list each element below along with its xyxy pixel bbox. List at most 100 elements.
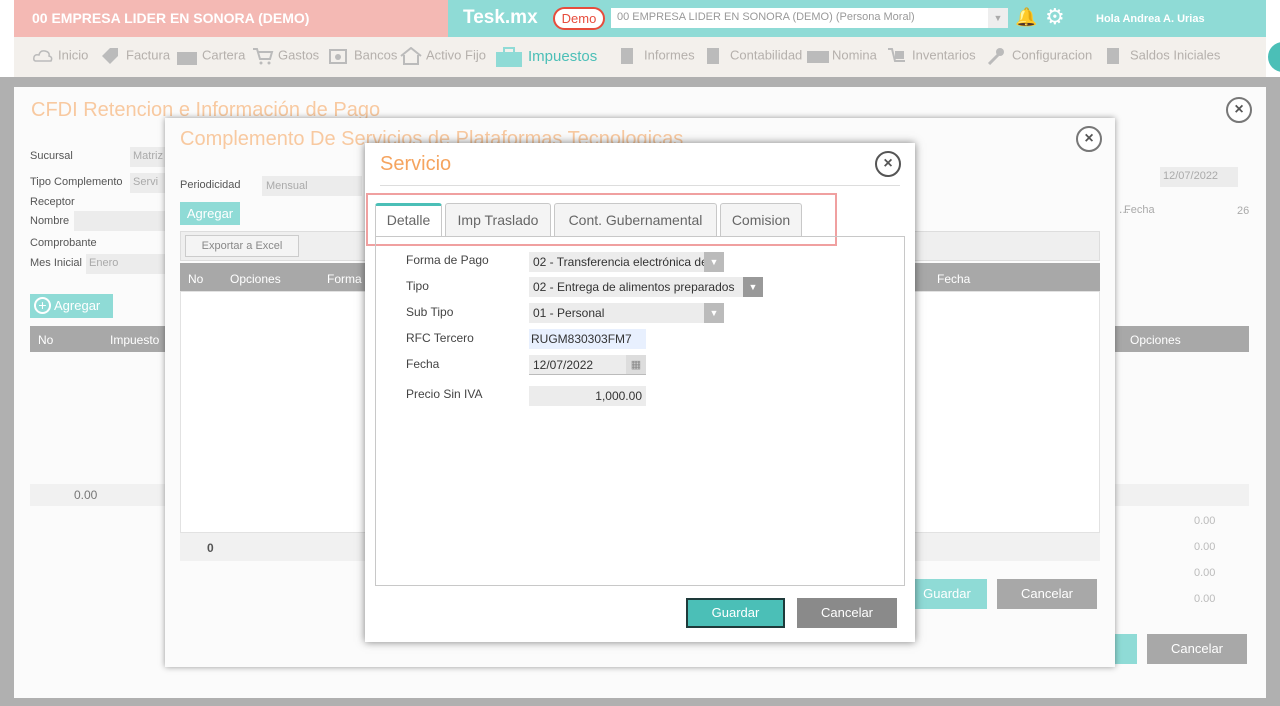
save-button[interactable]: Guardar: [686, 598, 785, 628]
chevron-down-icon: ▼: [704, 303, 724, 323]
nav-item-saldos-iniciales[interactable]: Saldos Iniciales: [1104, 47, 1220, 65]
nav-label: Saldos Iniciales: [1130, 47, 1221, 63]
divider: [380, 185, 900, 186]
label-sub-tipo: Sub Tipo: [406, 305, 454, 319]
save-button-partial[interactable]: [1114, 634, 1137, 664]
total-1: 0.00: [1194, 515, 1216, 527]
fecha-input[interactable]: 12/07/2022 ▦: [529, 355, 646, 375]
tab-detalle[interactable]: Detalle: [375, 203, 442, 237]
main-nav: Inicio Factura Cartera Gastos Bancos Act…: [14, 37, 1266, 77]
forma-pago-select[interactable]: 02 - Transferencia electrónica de ▼: [529, 252, 724, 272]
label-sucursal: Sucursal: [30, 150, 73, 162]
label-periodicidad: Periodicidad: [180, 179, 241, 191]
label-mes-inicial: Mes Inicial: [30, 257, 82, 269]
footer-count: 0: [207, 541, 214, 555]
fecha-field[interactable]: 12/07/2022: [1160, 167, 1238, 187]
tab-comision[interactable]: Comision: [720, 203, 802, 237]
nav-label: Activo Fijo: [426, 47, 486, 63]
sucursal-select[interactable]: Matriz: [130, 147, 170, 167]
label-rfc-tercero: RFC Tercero: [406, 331, 474, 345]
precio-sin-iva-input[interactable]: 1,000.00: [529, 386, 646, 406]
sub-tipo-select[interactable]: 01 - Personal ▼: [529, 303, 724, 323]
brand-logo: Tesk.mx: [463, 7, 538, 28]
nav-item-contabilidad[interactable]: Contabilidad: [704, 47, 802, 65]
nav-item-cartera[interactable]: Cartera: [176, 47, 245, 65]
wallet-icon: [176, 47, 198, 65]
servicio-dialog: Servicio × Detalle Imp Traslado Cont. Gu…: [365, 143, 915, 642]
house-icon: [400, 46, 422, 65]
nav-item-configuracion[interactable]: Configuracion: [986, 47, 1093, 66]
nav-label: Inventarios: [912, 47, 976, 63]
company-select-value: 00 EMPRESA LIDER EN SONORA (DEMO) (Perso…: [617, 11, 915, 23]
nav-item-bancos[interactable]: Bancos: [328, 47, 397, 65]
col-opciones: Opciones: [230, 272, 281, 286]
nav-item-activo-fijo[interactable]: Activo Fijo: [400, 46, 486, 65]
header-bar: Tesk.mx Demo 00 EMPRESA LIDER EN SONORA …: [448, 0, 1266, 37]
rfc-tercero-input[interactable]: RUGM830303FM7: [529, 329, 646, 349]
save-button[interactable]: Guardar: [907, 579, 987, 609]
footer-total: 0.00: [74, 488, 98, 502]
bank-icon: [328, 47, 350, 65]
bell-icon[interactable]: 🔔: [1015, 7, 1037, 28]
nav-item-factura[interactable]: Factura: [100, 47, 170, 65]
cancel-button[interactable]: Cancelar: [997, 579, 1097, 609]
cancel-button[interactable]: Cancelar: [1147, 634, 1247, 664]
user-greeting[interactable]: Hola Andrea A. Urias: [1096, 13, 1205, 25]
total-2: 0.00: [1194, 541, 1216, 553]
right-select[interactable]: ...: [1119, 202, 1209, 220]
nombre-field[interactable]: [74, 211, 170, 231]
label-fecha: Fecha: [406, 357, 440, 371]
nav-label: Configuracion: [1012, 47, 1093, 63]
tipo-value: 02 - Entrega de alimentos preparados: [533, 280, 735, 294]
tab-cont-gubernamental[interactable]: Cont. Gubernamental: [554, 203, 717, 237]
fecha-value: 12/07/2022: [533, 358, 594, 372]
calendar-icon[interactable]: ▦: [626, 355, 646, 374]
chevron-down-icon: ▼: [743, 277, 763, 297]
card-icon: [806, 47, 829, 65]
col-forma: Forma: [327, 272, 362, 286]
nav-item-inicio[interactable]: Inicio: [32, 47, 88, 65]
briefcase-icon: [494, 46, 524, 68]
nav-label: Factura: [126, 47, 171, 63]
label-forma-pago: Forma de Pago: [406, 253, 489, 267]
label-comprobante: Comprobante: [30, 237, 97, 249]
nav-item-nomina[interactable]: Nomina: [806, 47, 877, 65]
periodicidad-select[interactable]: Mensual: [262, 176, 362, 196]
company-select[interactable]: 00 EMPRESA LIDER EN SONORA (DEMO) (Perso…: [611, 8, 1008, 28]
cancel-button[interactable]: Cancelar: [797, 598, 897, 628]
col-no: No: [188, 272, 204, 286]
nav-item-inventarios[interactable]: Inventarios: [886, 47, 976, 65]
calculator-icon: [704, 47, 726, 65]
col-fecha: Fecha: [937, 272, 971, 286]
nav-label: Contabilidad: [730, 47, 803, 63]
gear-icon[interactable]: ⚙: [1045, 4, 1065, 30]
label-tipo-complemento: Tipo Complemento: [30, 176, 123, 188]
forma-pago-value: 02 - Transferencia electrónica de: [533, 255, 708, 269]
nav-label: Cartera: [202, 47, 246, 63]
export-excel-button[interactable]: Exportar a Excel: [185, 235, 299, 257]
label-tipo: Tipo: [406, 279, 429, 293]
tab-imp-traslado[interactable]: Imp Traslado: [445, 203, 551, 237]
nav-label: Gastos: [278, 47, 320, 63]
nav-item-gastos[interactable]: Gastos: [252, 47, 319, 65]
label-nombre: Nombre: [30, 215, 70, 227]
close-icon[interactable]: ×: [875, 151, 901, 177]
close-icon[interactable]: ×: [1226, 97, 1252, 123]
add-button-label: Agregar: [54, 298, 101, 313]
nav-item-informes[interactable]: Informes: [618, 47, 695, 65]
add-button[interactable]: Agregar: [180, 202, 240, 225]
col-no: No: [38, 333, 54, 347]
cart-icon: [252, 47, 274, 65]
right-number: 26: [1237, 205, 1250, 217]
close-icon[interactable]: ×: [1076, 126, 1102, 152]
add-button[interactable]: + Agregar: [30, 294, 113, 318]
label-precio-sin-iva: Precio Sin IVA: [406, 387, 483, 401]
nav-item-impuestos[interactable]: Impuestos: [494, 46, 597, 68]
col-impuesto: Impuesto: [110, 333, 160, 347]
tipo-complemento-select[interactable]: Servi: [130, 173, 170, 193]
mes-inicial-select[interactable]: Enero: [86, 254, 170, 274]
tipo-select[interactable]: 02 - Entrega de alimentos preparados ▼: [529, 277, 763, 297]
col-opciones: Opciones: [1130, 333, 1181, 347]
wrench-icon: [986, 47, 1008, 66]
tab-panel: Forma de Pago 02 - Transferencia electró…: [375, 236, 905, 586]
